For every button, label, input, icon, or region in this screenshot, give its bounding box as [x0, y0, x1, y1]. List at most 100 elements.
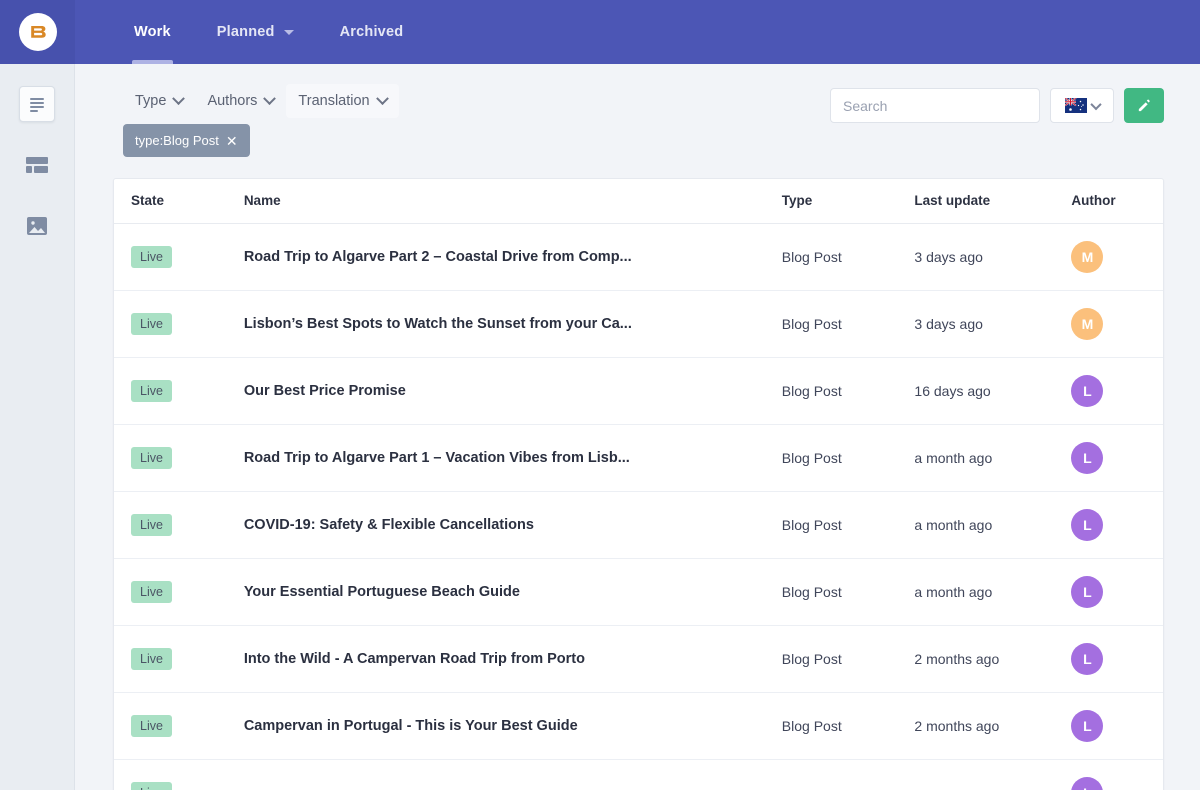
row-last-update-cell: 2 months ago: [914, 651, 1000, 667]
status-badge: Live: [131, 715, 172, 737]
column-header-name[interactable]: Name: [243, 179, 782, 224]
nav-item-label: Planned: [216, 24, 275, 40]
filter-chip-type[interactable]: type:Blog Post ✕: [123, 124, 250, 157]
filter-translation[interactable]: Translation: [286, 84, 399, 118]
row-author-cell: M: [1071, 291, 1163, 358]
avatar[interactable]: L: [1071, 576, 1104, 608]
row-type-cell: [782, 760, 915, 790]
row-type-cell: Blog Post: [781, 450, 842, 466]
main-nav: Work Planned Archived: [75, 0, 1200, 64]
pencil-icon: [1138, 99, 1150, 112]
row-last-update-cell: a month ago: [914, 517, 993, 533]
column-header-state[interactable]: State: [114, 179, 244, 224]
filter-label: Translation: [298, 93, 370, 109]
table-row[interactable]: Live Your Essential Portuguese Beach Guid…: [114, 559, 1163, 626]
row-last-update-cell: 16 days ago: [914, 383, 991, 399]
avatar[interactable]: L: [1071, 509, 1104, 541]
row-last-update-cell: 3 days ago: [914, 316, 983, 332]
table-row[interactable]: Live Lisbon’s Best Spots to Watch the Sun…: [114, 291, 1163, 358]
status-badge: Live: [131, 514, 172, 536]
table-row[interactable]: Live Into the Wild - A Campervan Road Tri…: [114, 626, 1163, 693]
row-type-cell: Blog Post: [781, 383, 842, 399]
row-author-cell: M: [1071, 224, 1163, 291]
storyblok-s-logo-icon[interactable]: [18, 13, 57, 51]
row-name-cell[interactable]: Our Best Price Promise: [244, 358, 782, 425]
row-state-cell: Live: [114, 492, 244, 559]
avatar[interactable]: L: [1071, 643, 1104, 675]
row-state-cell: Live: [114, 425, 244, 492]
row-state-cell: Live: [114, 760, 244, 790]
main-content: Type Authors Translation Search type:Blo…: [75, 64, 1200, 790]
avatar[interactable]: L: [1071, 375, 1104, 407]
row-name-cell[interactable]: Lisbon’s Best Spots to Watch the Sunset …: [244, 291, 782, 358]
row-last-update-cell: a month ago: [914, 450, 993, 466]
row-name-cell[interactable]: COVID-19: Safety & Flexible Cancellation…: [244, 492, 782, 559]
language-selector[interactable]: [1050, 88, 1114, 123]
column-header-last-update[interactable]: Last update: [914, 179, 1072, 224]
top-bar: Work Planned Archived: [0, 0, 1200, 64]
image-icon: [27, 217, 47, 235]
status-badge: Live: [131, 782, 172, 790]
row-state-cell: Live: [114, 224, 244, 291]
row-type-cell: Blog Post: [781, 584, 842, 600]
nav-item-archived[interactable]: Archived: [317, 0, 427, 64]
avatar[interactable]: M: [1071, 308, 1104, 340]
column-header-author[interactable]: Author: [1071, 179, 1163, 224]
table-row[interactable]: Live Road Trip to Algarve Part 1 – Vacati…: [114, 425, 1163, 492]
row-name-cell[interactable]: Your Essential Portuguese Beach Guide: [244, 559, 782, 626]
row-author-cell: L: [1071, 358, 1163, 425]
row-author-cell: L: [1071, 425, 1163, 492]
filter-chip-label: type:Blog Post: [135, 133, 219, 148]
row-author-cell: L: [1071, 559, 1163, 626]
create-entry-button[interactable]: [1124, 88, 1164, 123]
nav-item-work[interactable]: Work: [111, 0, 194, 64]
row-last-update-cell: [914, 760, 1071, 790]
table-body: Live Road Trip to Algarve Part 2 – Coasta…: [114, 224, 1163, 790]
status-badge: Live: [131, 648, 172, 670]
row-state-cell: Live: [114, 358, 244, 425]
row-name-cell[interactable]: Road Trip to Algarve Part 2 – Coastal Dr…: [244, 224, 782, 291]
toolbar-right: [830, 88, 1164, 123]
row-name-cell[interactable]: Campervan in Portugal - This is Your Bes…: [244, 693, 782, 760]
row-author-cell: L: [1071, 693, 1163, 760]
avatar[interactable]: M: [1071, 241, 1104, 273]
chevron-down-icon: [263, 91, 277, 105]
avatar[interactable]: L: [1071, 442, 1104, 474]
table-row[interactable]: Live Campervan in Portugal - This is Your…: [114, 693, 1163, 760]
table-row[interactable]: Live Road Trip to Algarve Part 2 – Coasta…: [114, 224, 1163, 291]
sidebar-item-assets[interactable]: [19, 208, 55, 244]
row-state-cell: Live: [114, 291, 244, 358]
search-input[interactable]: [830, 88, 1040, 123]
avatar[interactable]: L: [1071, 710, 1104, 742]
row-type-cell: Blog Post: [781, 249, 842, 265]
row-state-cell: Live: [114, 559, 244, 626]
filter-type[interactable]: Type: [123, 84, 195, 118]
chevron-down-icon: [172, 91, 186, 105]
sidebar-item-content[interactable]: [19, 86, 55, 122]
status-badge: Live: [131, 380, 172, 402]
table-row[interactable]: Live COVID-19: Safety & Flexible Cancella…: [114, 492, 1163, 559]
row-type-cell: Blog Post: [781, 517, 842, 533]
table-row[interactable]: Live Our Best Price Promise Blog Post 16 da…: [114, 358, 1163, 425]
status-badge: Live: [131, 447, 172, 469]
nav-item-label: Archived: [339, 24, 404, 40]
status-badge: Live: [131, 581, 172, 603]
table-row[interactable]: Live L: [114, 760, 1163, 790]
entries-table: State Name Type Last update Author Live R…: [113, 178, 1164, 790]
row-name-cell[interactable]: [244, 760, 782, 790]
chevron-down-icon: [1089, 98, 1102, 110]
nav-item-planned[interactable]: Planned: [194, 0, 317, 64]
row-name-cell[interactable]: Road Trip to Algarve Part 1 – Vacation V…: [244, 425, 782, 492]
column-header-type[interactable]: Type: [781, 179, 915, 224]
filter-authors[interactable]: Authors: [195, 84, 286, 118]
logo-zone[interactable]: [0, 0, 75, 64]
avatar[interactable]: L: [1071, 777, 1104, 790]
row-type-cell: Blog Post: [781, 316, 842, 332]
filter-bar: Type Authors Translation: [75, 64, 1200, 123]
row-name-cell[interactable]: Into the Wild - A Campervan Road Trip fr…: [244, 626, 782, 693]
chevron-down-icon: [283, 29, 294, 35]
sidebar-item-blocks[interactable]: [19, 147, 55, 183]
close-icon[interactable]: ✕: [226, 134, 238, 148]
row-author-cell: L: [1071, 760, 1163, 790]
table-header-row: State Name Type Last update Author: [114, 179, 1163, 224]
